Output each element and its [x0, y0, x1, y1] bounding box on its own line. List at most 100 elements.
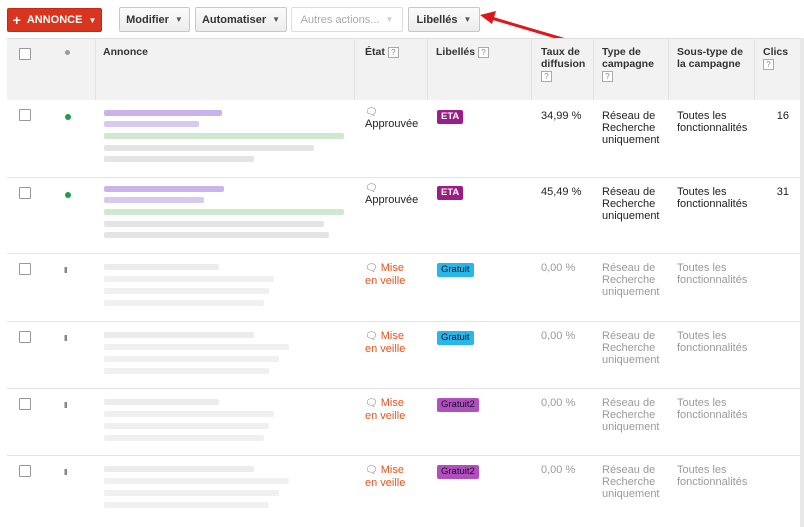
- campaign-subtype: Toutes les fonctionnalités: [677, 186, 747, 210]
- campaign-type-line: Réseau de: [602, 262, 656, 274]
- status-text: en veille: [365, 343, 406, 355]
- status-text: en veille: [365, 477, 406, 489]
- ad-status[interactable]: 🗨 Mise en veille: [365, 262, 405, 287]
- campaign-subtype: Toutes les fonctionnalités: [677, 397, 747, 421]
- header-campaign-subtype[interactable]: Sous-type de la campagne: [677, 46, 752, 70]
- ad-status[interactable]: 🗨 Approuvée: [365, 183, 419, 207]
- served-rate: 34,99 %: [541, 110, 582, 122]
- status-text: en veille: [365, 275, 406, 287]
- speech-bubble-icon: 🗨: [365, 183, 378, 194]
- pause-icon: II: [64, 334, 68, 343]
- campaign-subtype: Toutes les fonctionnalités: [677, 464, 747, 488]
- header-campaign-type[interactable]: Type de campagne ?: [602, 46, 664, 82]
- campaign-type: Réseau de Recherche uniquement: [602, 397, 660, 433]
- header-served-rate[interactable]: Taux de diffusion ?: [541, 46, 591, 82]
- other-actions-button[interactable]: Autres actions... ▼: [291, 7, 403, 32]
- campaign-subtype-line: fonctionnalités: [677, 476, 748, 488]
- speech-bubble-icon: 🗨: [365, 263, 378, 274]
- green-dot-icon: [65, 192, 71, 198]
- served-rate: 45,49 %: [541, 186, 582, 198]
- label-badge[interactable]: ETA: [437, 110, 464, 124]
- row-checkbox[interactable]: [19, 263, 31, 275]
- help-icon[interactable]: ?: [602, 70, 613, 82]
- row-checkbox[interactable]: [19, 109, 31, 121]
- status-text: Approuvée: [365, 118, 419, 130]
- campaign-subtype-line: fonctionnalités: [677, 122, 748, 134]
- campaign-type-line: Recherche: [602, 274, 656, 286]
- campaign-type-line: Réseau de: [602, 330, 656, 342]
- table-row[interactable]: II 🗨 Mise en veille Gratuit2 0,00 % Rése…: [7, 389, 804, 456]
- header-labels-label: Libellés: [436, 46, 476, 58]
- header-status-label: État: [365, 46, 385, 58]
- campaign-type-line: uniquement: [602, 421, 660, 433]
- header-status[interactable]: État ?: [365, 46, 399, 58]
- campaign-type-line: uniquement: [602, 286, 660, 298]
- row-checkbox[interactable]: [19, 187, 31, 199]
- label-badge[interactable]: Gratuit2: [437, 465, 479, 479]
- modify-button[interactable]: Modifier ▼: [119, 7, 190, 32]
- table-row[interactable]: II 🗨 Mise en veille Gratuit 0,00 % Résea…: [7, 254, 804, 322]
- labels-label: Libellés: [416, 13, 458, 26]
- caret-down-icon: ▼: [174, 15, 183, 24]
- campaign-type-line: Recherche: [602, 342, 656, 354]
- plus-icon: +: [12, 12, 21, 28]
- caret-down-icon: ▼: [272, 15, 281, 24]
- help-icon[interactable]: ?: [763, 58, 774, 70]
- campaign-type: Réseau de Recherche uniquement: [602, 186, 660, 222]
- label-badge[interactable]: ETA: [437, 186, 464, 200]
- status-filter-dot-icon[interactable]: [65, 50, 70, 55]
- status-text: Mise: [380, 397, 404, 409]
- add-ad-button[interactable]: + ANNONCE ▼: [7, 8, 102, 32]
- campaign-subtype-line: fonctionnalités: [677, 342, 748, 354]
- served-rate: 0,00 %: [541, 330, 576, 342]
- caret-down-icon: ▼: [385, 15, 394, 24]
- other-actions-label: Autres actions...: [300, 13, 380, 26]
- row-checkbox[interactable]: [19, 331, 31, 343]
- campaign-type: Réseau de Recherche uniquement: [602, 330, 660, 366]
- row-checkbox[interactable]: [19, 398, 31, 410]
- select-all-checkbox[interactable]: [19, 48, 31, 60]
- vertical-scrollbar[interactable]: [800, 38, 804, 527]
- label-badge[interactable]: Gratuit2: [437, 398, 479, 412]
- header-clicks[interactable]: Clics ?: [763, 46, 793, 70]
- served-rate: 0,00 %: [541, 397, 576, 409]
- ad-status[interactable]: 🗨 Mise en veille: [365, 397, 405, 422]
- campaign-subtype-line: Toutes les: [677, 186, 727, 198]
- campaign-type-line: uniquement: [602, 488, 660, 500]
- served-rate: 0,00 %: [541, 464, 576, 476]
- label-badge[interactable]: Gratuit: [437, 263, 474, 277]
- pause-icon: II: [64, 468, 68, 477]
- header-labels[interactable]: Libellés ?: [436, 46, 490, 58]
- campaign-subtype-line: fonctionnalités: [677, 409, 748, 421]
- header-served-rate-label: Taux de diffusion: [541, 46, 586, 70]
- row-checkbox[interactable]: [19, 465, 31, 477]
- automate-button[interactable]: Automatiser ▼: [195, 7, 287, 32]
- help-icon[interactable]: ?: [478, 46, 490, 58]
- campaign-subtype-line: fonctionnalités: [677, 198, 748, 210]
- table-row[interactable]: 🗨 Approuvée ETA 34,99 % Réseau de Recher…: [7, 100, 804, 178]
- campaign-subtype-line: Toutes les: [677, 262, 727, 274]
- campaign-subtype-line: Toutes les: [677, 110, 727, 122]
- help-icon[interactable]: ?: [541, 70, 552, 82]
- campaign-type-line: Recherche: [602, 122, 656, 134]
- table-row[interactable]: II 🗨 Mise en veille Gratuit 0,00 % Résea…: [7, 322, 804, 389]
- header-ad[interactable]: Annonce: [103, 46, 148, 58]
- campaign-type-line: Recherche: [602, 476, 656, 488]
- add-ad-label: ANNONCE: [26, 14, 83, 26]
- status-text: Mise: [380, 262, 404, 274]
- status-text: Approuvée: [365, 194, 419, 206]
- help-icon[interactable]: ?: [387, 46, 399, 58]
- speech-bubble-icon: 🗨: [365, 398, 378, 409]
- campaign-subtype-line: Toutes les: [677, 464, 727, 476]
- ad-status[interactable]: 🗨 Mise en veille: [365, 330, 405, 355]
- header-campaign-type-label: Type de campagne: [602, 46, 654, 70]
- table-row[interactable]: II 🗨 Mise en veille Gratuit2 0,00 % Rése…: [7, 456, 804, 527]
- ad-status[interactable]: 🗨 Approuvée: [365, 107, 419, 131]
- ad-status[interactable]: 🗨 Mise en veille: [365, 464, 405, 489]
- speech-bubble-icon: 🗨: [365, 107, 378, 118]
- campaign-subtype-line: Toutes les: [677, 330, 727, 342]
- campaign-type-line: Réseau de: [602, 186, 656, 198]
- campaign-type-line: Réseau de: [602, 464, 656, 476]
- table-row[interactable]: 🗨 Approuvée ETA 45,49 % Réseau de Recher…: [7, 178, 804, 254]
- label-badge[interactable]: Gratuit: [437, 331, 474, 345]
